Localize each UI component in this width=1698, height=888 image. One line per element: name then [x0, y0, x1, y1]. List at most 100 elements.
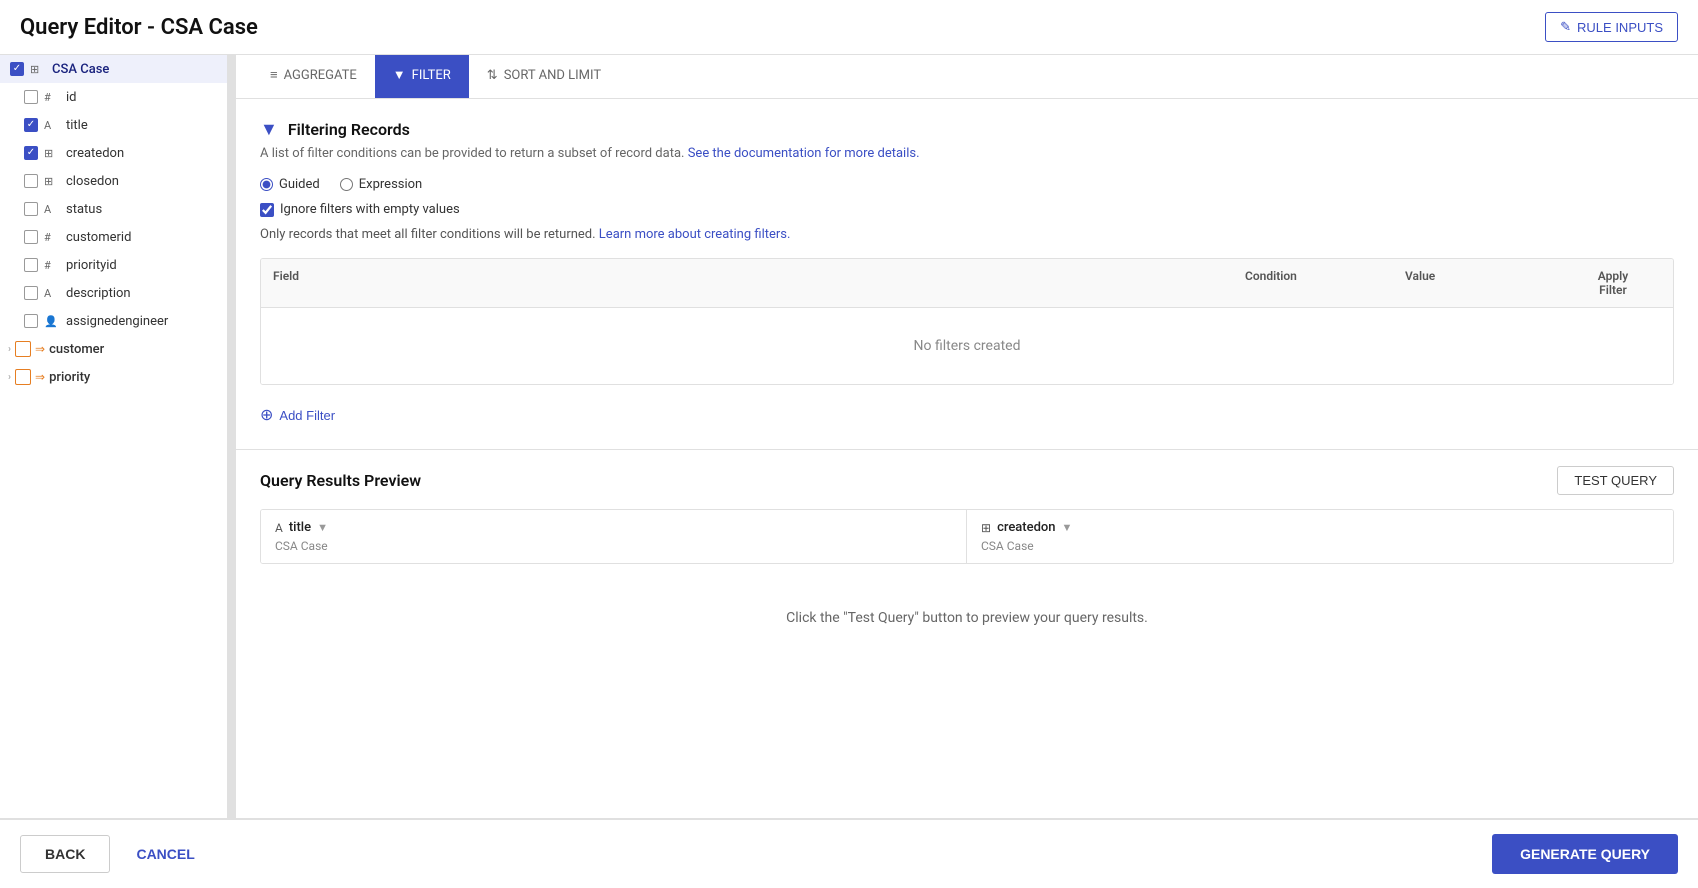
sidebar-item-label-priorityid: priorityid [66, 258, 117, 273]
sidebar-group-label-priority: priority [49, 370, 90, 385]
guided-radio-label[interactable]: Guided [260, 177, 320, 192]
sidebar-checkbox-id[interactable] [24, 90, 38, 104]
sidebar-checkbox-description[interactable] [24, 286, 38, 300]
plus-icon: ⊕ [260, 405, 273, 425]
filter-section-title: Filtering Records [288, 120, 410, 139]
doc-link[interactable]: See the documentation for more details. [688, 146, 920, 161]
sort-arrow-createdon[interactable]: ▼ [1062, 521, 1073, 534]
sidebar-group-priority[interactable]: › ⇒ priority [0, 363, 227, 391]
sidebar-item-assignedengineer[interactable]: 👤 assignedengineer [0, 307, 227, 335]
sidebar-group-customer[interactable]: › ⇒ customer [0, 335, 227, 363]
result-col-createdon: ⊞ createdon ▼ CSA Case [967, 510, 1673, 563]
sidebar-item-customerid[interactable]: # customerid [0, 223, 227, 251]
group-arrow-priority: ⇒ [35, 370, 45, 384]
query-results-section: Query Results Preview TEST QUERY A title… [236, 449, 1698, 672]
filter-th-field: Field [261, 259, 1233, 307]
sidebar-item-csa-case[interactable]: ⊞ CSA Case [0, 55, 227, 83]
cal-type-icon-createdon: ⊞ [981, 521, 991, 535]
result-col-createdon-sub: CSA Case [981, 539, 1659, 553]
sort-icon: ⇅ [487, 68, 498, 83]
sidebar-checkbox-title[interactable] [24, 118, 38, 132]
grid-icon: ⊞ [30, 63, 46, 76]
sidebar-checkbox-status[interactable] [24, 202, 38, 216]
generate-query-button[interactable]: GENERATE QUERY [1492, 834, 1678, 874]
cancel-button[interactable]: CANCEL [122, 835, 208, 873]
rule-inputs-button[interactable]: ✎ RULE INPUTS [1545, 12, 1678, 42]
result-col-title-sub: CSA Case [275, 539, 952, 553]
expression-radio[interactable] [340, 178, 353, 191]
sort-arrow-title[interactable]: ▼ [317, 521, 328, 534]
expression-radio-label[interactable]: Expression [340, 177, 423, 192]
pencil-icon: ✎ [1560, 19, 1571, 35]
sidebar-item-label-assignedengineer: assignedengineer [66, 314, 168, 329]
sidebar-checkbox-createdon[interactable] [24, 146, 38, 160]
sidebar-checkbox-assignedengineer[interactable] [24, 314, 38, 328]
sidebar-item-title[interactable]: A title [0, 111, 227, 139]
group-box-customer [15, 341, 31, 357]
sidebar-item-label-id: id [66, 90, 77, 105]
results-preview-msg: Click the "Test Query" button to preview… [260, 580, 1674, 656]
sidebar-item-createdon[interactable]: ⊞ createdon [0, 139, 227, 167]
ignore-empty-checkbox-label[interactable]: Ignore filters with empty values [260, 202, 1674, 217]
content-area: ≡ AGGREGATE ▼ FILTER ⇅ SORT AND LIMIT ▼ … [236, 55, 1698, 818]
no-filters-message: No filters created [261, 308, 1673, 384]
sidebar-item-label-status: status [66, 202, 102, 217]
sidebar-checkbox-csa-case[interactable] [10, 62, 24, 76]
tab-bar: ≡ AGGREGATE ▼ FILTER ⇅ SORT AND LIMIT [236, 55, 1698, 99]
filter-table-header: Field Condition Value ApplyFilter [261, 259, 1673, 308]
filter-th-condition: Condition [1233, 259, 1393, 307]
result-col-createdon-header: ⊞ createdon ▼ [981, 520, 1659, 535]
hash-icon-customerid: # [44, 231, 60, 244]
filter-section-icon: ▼ [260, 119, 278, 140]
sidebar-checkbox-closedon[interactable] [24, 174, 38, 188]
group-box-priority [15, 369, 31, 385]
sidebar-resize-handle[interactable] [228, 55, 236, 818]
footer-left: BACK CANCEL [20, 835, 209, 873]
results-columns: A title ▼ CSA Case ⊞ createdon ▼ CSA Cas… [260, 509, 1674, 564]
filter-section: ▼ Filtering Records A list of filter con… [236, 99, 1698, 449]
sidebar-item-description[interactable]: A description [0, 279, 227, 307]
sidebar-item-status[interactable]: A status [0, 195, 227, 223]
sidebar-item-label-createdon: createdon [66, 146, 124, 161]
sidebar-item-priorityid[interactable]: # priorityid [0, 251, 227, 279]
test-query-button[interactable]: TEST QUERY [1557, 466, 1674, 495]
footer: BACK CANCEL GENERATE QUERY [0, 818, 1698, 888]
filter-icon-tab: ▼ [393, 67, 406, 83]
text-type-icon-title: A [275, 521, 283, 535]
learn-more-link[interactable]: Learn more about creating filters. [599, 227, 791, 242]
back-button[interactable]: BACK [20, 835, 110, 873]
result-col-title-name: title [289, 520, 311, 535]
result-col-title: A title ▼ CSA Case [261, 510, 967, 563]
filter-th-value: Value [1393, 259, 1553, 307]
filter-section-desc: A list of filter conditions can be provi… [260, 146, 1674, 161]
sidebar-item-label-csa-case: CSA Case [52, 62, 109, 77]
sidebar-item-closedon[interactable]: ⊞ closedon [0, 167, 227, 195]
tab-sort[interactable]: ⇅ SORT AND LIMIT [469, 56, 619, 98]
guided-radio[interactable] [260, 178, 273, 191]
group-arrow-customer: ⇒ [35, 342, 45, 356]
ignore-empty-checkbox[interactable] [260, 203, 274, 217]
expand-arrow-priority: › [8, 372, 11, 383]
tab-filter[interactable]: ▼ FILTER [375, 55, 469, 98]
expand-arrow-customer: › [8, 344, 11, 355]
header: Query Editor - CSA Case ✎ RULE INPUTS [0, 0, 1698, 55]
sidebar-checkbox-customerid[interactable] [24, 230, 38, 244]
filter-section-header: ▼ Filtering Records [260, 119, 1674, 140]
filter-options: Guided Expression [260, 177, 1674, 192]
text-icon-description: A [44, 287, 60, 300]
sidebar-item-id[interactable]: # id [0, 83, 227, 111]
results-title: Query Results Preview [260, 471, 421, 490]
sidebar-item-label-title: title [66, 118, 88, 133]
filter-table: Field Condition Value ApplyFilter No fil… [260, 258, 1674, 385]
result-col-title-header: A title ▼ [275, 520, 952, 535]
sidebar-item-label-description: description [66, 286, 131, 301]
sidebar-group-label-customer: customer [49, 342, 104, 357]
filter-th-apply: ApplyFilter [1553, 259, 1673, 307]
sidebar-checkbox-priorityid[interactable] [24, 258, 38, 272]
result-col-createdon-name: createdon [997, 520, 1055, 535]
text-icon-title: A [44, 119, 60, 132]
sidebar: ⊞ CSA Case # id A title ⊞ createdon ⊞ cl… [0, 55, 228, 818]
add-filter-button[interactable]: ⊕ Add Filter [260, 401, 335, 429]
tab-aggregate[interactable]: ≡ AGGREGATE [252, 55, 375, 98]
page-title: Query Editor - CSA Case [20, 15, 258, 40]
